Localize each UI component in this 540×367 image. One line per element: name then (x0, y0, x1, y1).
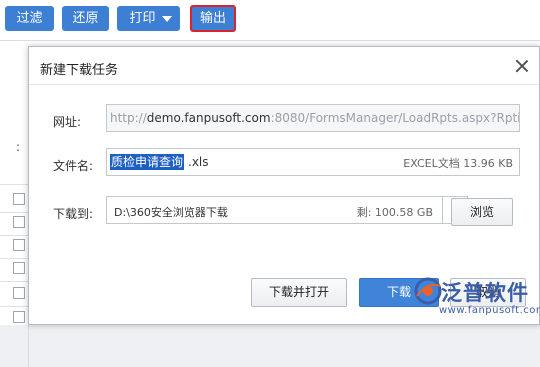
row-checkbox[interactable] (13, 216, 25, 228)
row-checkbox[interactable] (13, 287, 25, 299)
watermark-url: www.fanpusoft.com (439, 305, 540, 316)
grid-mark: : (16, 140, 21, 154)
export-button[interactable]: 输出 (190, 5, 236, 32)
row-checkbox[interactable] (13, 262, 25, 274)
filename-extension: .xls (188, 155, 209, 169)
saveto-path-input[interactable]: D:\360安全浏览器下载 剩: 100.58 GB (106, 196, 443, 224)
watermark-logo: 泛普软件 www.fanpusoft.com (413, 274, 540, 325)
filter-button[interactable]: 过滤 (5, 6, 54, 31)
row-checkbox[interactable] (13, 239, 25, 251)
filename-selected-text: 质检申请查询 (110, 154, 185, 170)
grid-row-line (0, 212, 28, 213)
url-label: 网址: (53, 115, 82, 129)
free-space: 剩: 100.58 GB (356, 206, 433, 219)
url-field: http://demo.fanpusoft.com:8080/FormsMana… (106, 104, 520, 132)
saveto-label: 下载到: (53, 207, 94, 221)
url-host: demo.fanpusoft.com (146, 111, 271, 125)
close-icon[interactable] (513, 57, 531, 75)
grid-row-line (0, 306, 28, 307)
restore-button[interactable]: 还原 (62, 6, 109, 31)
grid-row-line (0, 184, 28, 185)
grid-row-line (0, 258, 28, 259)
row-checkbox[interactable] (13, 311, 25, 323)
filename-label: 文件名: (53, 159, 94, 173)
browse-button[interactable]: 浏览 (451, 198, 513, 226)
grid-row-line (0, 235, 28, 236)
url-text: http://demo.fanpusoft.com:8080/FormsMana… (110, 111, 520, 125)
dialog-divider (29, 84, 539, 85)
chevron-down-icon (162, 16, 172, 22)
print-button[interactable]: 打印 (117, 6, 180, 31)
download-and-open-button[interactable]: 下载并打开 (251, 278, 347, 307)
file-type-size: EXCEL文档 13.96 KB (403, 157, 513, 170)
watermark-name: 泛普软件 (441, 281, 529, 305)
dialog-title: 新建下载任务 (40, 63, 119, 78)
saveto-path: D:\360安全浏览器下载 (114, 206, 228, 219)
logo-icon (414, 277, 442, 305)
row-checkbox[interactable] (13, 193, 25, 205)
grid-row-line (0, 281, 28, 282)
filename-input[interactable]: 质检申请查询 .xls EXCEL文档 13.96 KB (106, 148, 520, 176)
print-button-label: 打印 (129, 11, 156, 26)
toolbar: 过滤 还原 打印 输出 (0, 0, 540, 41)
